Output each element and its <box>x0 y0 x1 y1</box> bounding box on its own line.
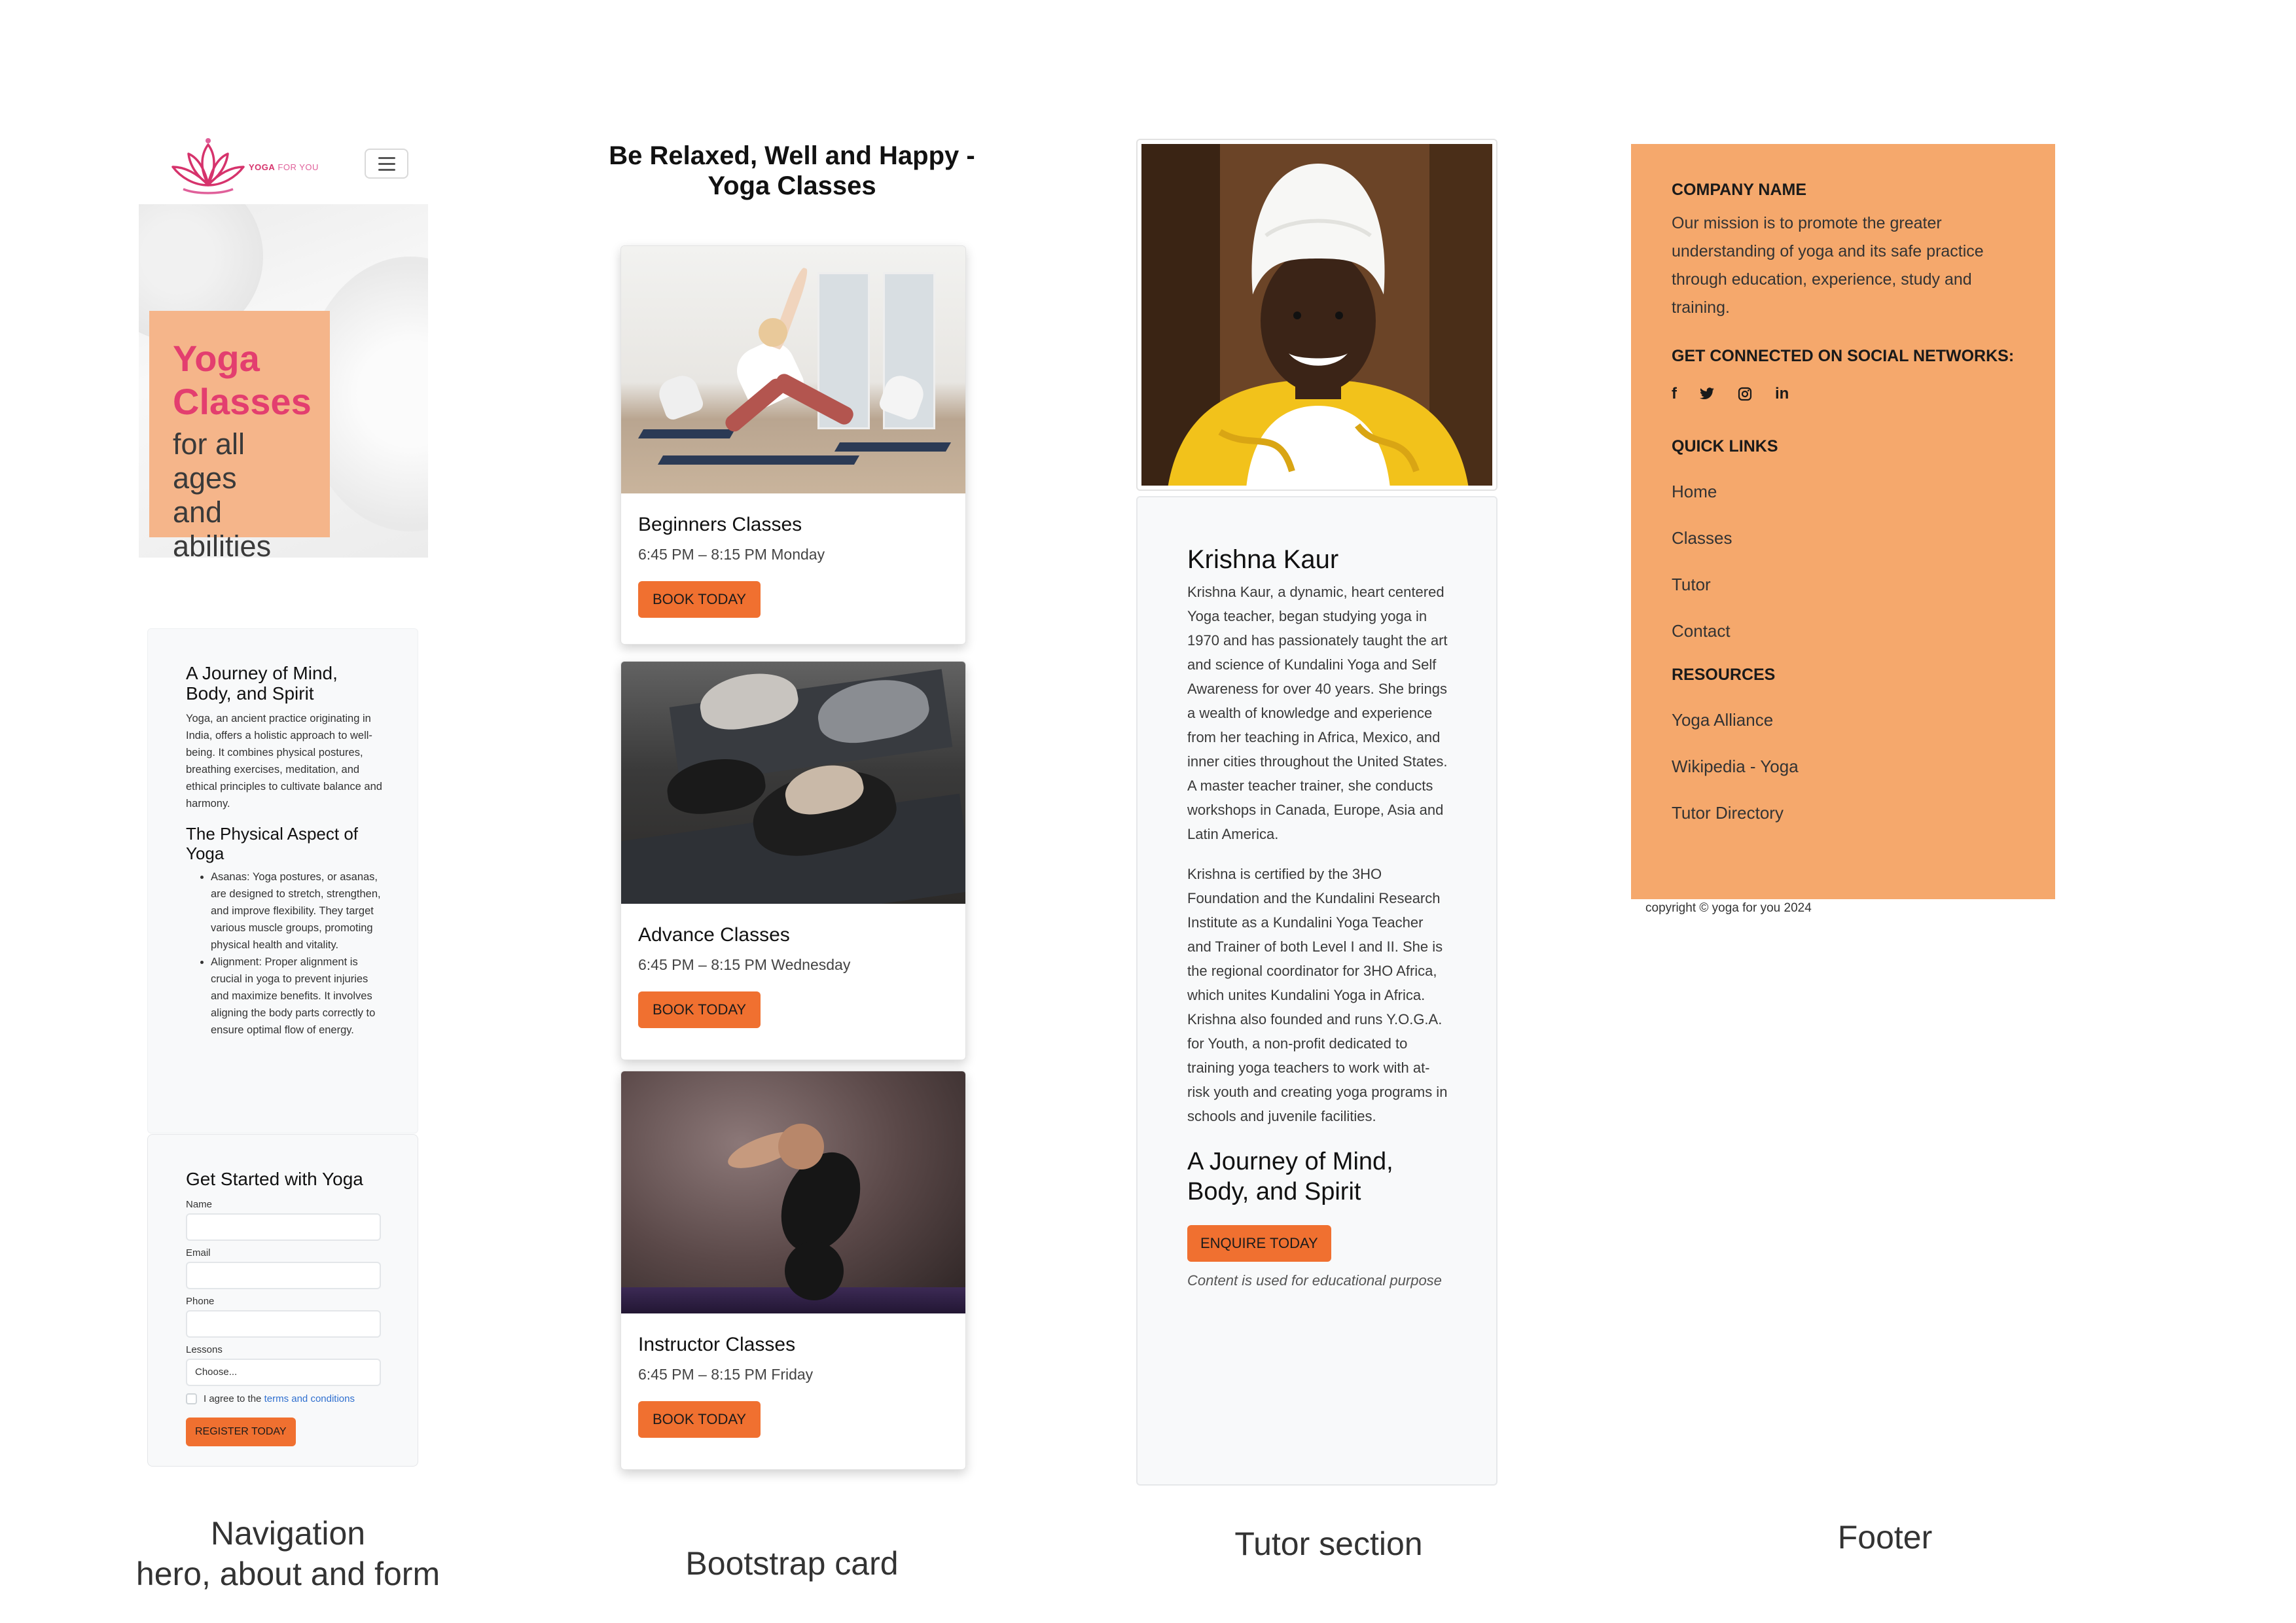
about-heading: A Journey of Mind, Body, and Spirit <box>186 663 338 704</box>
tutor-bio-1: Krishna Kaur, a dynamic, heart centered … <box>1187 584 1448 842</box>
about-section: A Journey of Mind, Body, and Spirit Yoga… <box>147 628 418 1133</box>
card-time: 6:45 PM – 8:15 PM Monday <box>638 546 825 563</box>
footer-link-contact[interactable]: Contact <box>1672 621 2016 641</box>
social-heading: GET CONNECTED ON SOCIAL NETWORKS: <box>1672 347 2015 365</box>
terms-checkbox[interactable] <box>186 1393 197 1404</box>
lessons-label: Lessons <box>186 1344 223 1355</box>
lessons-select[interactable]: Choose... <box>186 1359 381 1386</box>
hamburger-icon <box>378 156 395 159</box>
about-subheading: The Physical Aspect of Yoga <box>186 824 359 863</box>
about-list: Asanas: Yoga postures, or asanas, are de… <box>186 868 384 1039</box>
brand-logo[interactable]: YOGA FOR YOU <box>164 131 331 203</box>
site-footer: COMPANY NAME Our mission is to promote t… <box>1631 144 2055 899</box>
about-intro: Yoga, an ancient practice originating in… <box>186 713 382 810</box>
card-title: Instructor Classes <box>638 1334 796 1355</box>
portrait-illustration <box>1141 144 1492 486</box>
facebook-icon[interactable]: f <box>1672 385 1677 402</box>
company-mission: Our mission is to promote the greater un… <box>1672 214 1984 317</box>
composite-screenshot: YOGA FOR YOU Yoga Classes for all ages a… <box>0 0 2296 1623</box>
name-field[interactable] <box>186 1213 381 1241</box>
caption-tutor-section: Tutor section <box>1234 1525 1423 1562</box>
copyright-text: copyright © yoga for you 2024 <box>1645 901 1812 915</box>
tutor-bio-2: Krishna is certified by the 3HO Foundati… <box>1187 866 1448 1124</box>
social-links: f in <box>1672 385 2016 403</box>
resources-list: Yoga Alliance Wikipedia - Yoga Tutor Dir… <box>1672 710 2016 823</box>
register-button[interactable]: REGISTER TODAY <box>186 1418 296 1446</box>
quick-links-list: Home Classes Tutor Contact <box>1672 482 2016 641</box>
hero-title: Yoga Classes <box>173 338 312 422</box>
class-card: Beginners Classes 6:45 PM – 8:15 PM Mond… <box>620 245 966 645</box>
card-time: 6:45 PM – 8:15 PM Wednesday <box>638 956 851 973</box>
footer-link-yoga-alliance[interactable]: Yoga Alliance <box>1672 710 2016 730</box>
hero-text-box: Yoga Classes for all ages and abilities <box>149 311 330 558</box>
terms-label: I agree to the <box>204 1393 262 1404</box>
lotus-logo-icon <box>171 138 245 194</box>
card-title: Advance Classes <box>638 924 790 946</box>
enquire-button[interactable]: ENQUIRE TODAY <box>1187 1225 1331 1262</box>
tutor-photo <box>1136 139 1498 491</box>
tutor-name: Krishna Kaur <box>1187 545 1339 574</box>
footer-link-home[interactable]: Home <box>1672 482 2016 501</box>
terms-link[interactable]: terms and conditions <box>264 1393 355 1404</box>
instagram-icon[interactable] <box>1737 386 1753 402</box>
footer-link-tutor-directory[interactable]: Tutor Directory <box>1672 803 2016 823</box>
phone-label: Phone <box>186 1296 215 1307</box>
cards-heading: Be Relaxed, Well and Happy - Yoga Classe… <box>609 141 975 200</box>
twitter-icon[interactable] <box>1699 387 1715 401</box>
hero-banner: Yoga Classes for all ages and abilities <box>139 204 428 558</box>
card-title: Beginners Classes <box>638 514 802 535</box>
card-time: 6:45 PM – 8:15 PM Friday <box>638 1366 814 1383</box>
resources-heading: RESOURCES <box>1672 666 1776 684</box>
book-button[interactable]: BOOK TODAY <box>638 1401 761 1438</box>
footer-link-tutor[interactable]: Tutor <box>1672 575 2016 594</box>
book-button[interactable]: BOOK TODAY <box>638 581 761 618</box>
card-photo-child-pose <box>621 662 965 904</box>
tutor-section: Krishna Kaur Krishna Kaur, a dynamic, he… <box>1136 496 1498 1486</box>
phone-field[interactable] <box>186 1310 381 1338</box>
terms-checkbox-row: I agree to the terms and conditions <box>186 1391 381 1407</box>
name-label: Name <box>186 1199 213 1210</box>
email-field[interactable] <box>186 1262 381 1289</box>
company-heading: COMPANY NAME <box>1672 181 1807 199</box>
brand-text: YOGA FOR YOU <box>249 162 319 172</box>
footer-link-wikipedia-yoga[interactable]: Wikipedia - Yoga <box>1672 757 2016 776</box>
caption-footer: Footer <box>1837 1519 1933 1556</box>
tutor-portrait <box>1141 144 1492 486</box>
navbar-toggler-button[interactable] <box>365 149 408 179</box>
caption-navigation: Navigation hero, about and form <box>135 1515 440 1592</box>
signup-form: Get Started with Yoga Name Email Phone L… <box>147 1134 418 1467</box>
hero-subtitle: for all ages and abilities <box>173 427 272 558</box>
quick-links-heading: QUICK LINKS <box>1672 437 1778 455</box>
list-item: Asanas: Yoga postures, or asanas, are de… <box>211 868 384 954</box>
class-card: Instructor Classes 6:45 PM – 8:15 PM Fri… <box>620 1071 966 1470</box>
tutor-subheading: A Journey of Mind, Body, and Spirit <box>1187 1148 1393 1205</box>
book-button[interactable]: BOOK TODAY <box>638 991 761 1028</box>
card-photo-camel-pose <box>621 1071 965 1313</box>
class-card: Advance Classes 6:45 PM – 8:15 PM Wednes… <box>620 661 966 1060</box>
caption-bootstrap-card: Bootstrap card <box>685 1545 899 1582</box>
list-item: Alignment: Proper alignment is crucial i… <box>211 954 384 1039</box>
linkedin-icon[interactable]: in <box>1775 385 1789 402</box>
footer-link-classes[interactable]: Classes <box>1672 528 2016 548</box>
email-label: Email <box>186 1247 211 1258</box>
card-photo-studio <box>621 246 965 493</box>
content-note: Content is used for educational purpose <box>1187 1272 1442 1289</box>
form-heading: Get Started with Yoga <box>186 1169 363 1189</box>
